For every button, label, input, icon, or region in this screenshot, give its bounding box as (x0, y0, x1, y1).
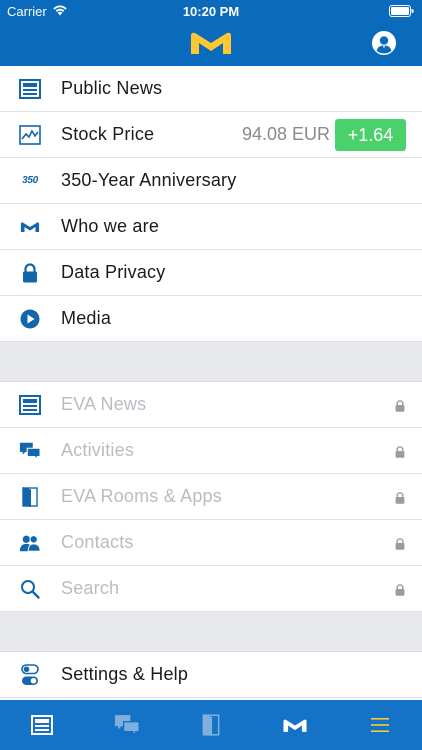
user-profile-icon (376, 36, 392, 54)
tab-rooms[interactable] (169, 700, 253, 750)
toggle-icon (19, 663, 41, 686)
lock-icon (395, 400, 405, 412)
menu-item-eva-news[interactable]: EVA News (0, 382, 422, 428)
menu-item-anniversary[interactable]: 350 350-Year Anniversary (0, 158, 422, 204)
section-divider (0, 342, 422, 382)
menu-item-search[interactable]: Search (0, 566, 422, 612)
newspaper-icon (31, 715, 54, 735)
newspaper-icon (19, 78, 41, 100)
menu-item-label: EVA Rooms & Apps (61, 486, 222, 506)
350-icon-text: 350 (22, 175, 38, 186)
m-logo-icon (19, 216, 41, 238)
hamburger-menu-icon (370, 718, 389, 732)
menu-item-stock-price[interactable]: Stock Price 94.08 EUR +1.64 (0, 112, 422, 158)
menu-item-public-news[interactable]: Public News (0, 66, 422, 112)
menu-item-label: Settings & Help (61, 664, 189, 684)
350-icon: 350 (19, 170, 41, 192)
stock-price-value: 94.08 EUR (241, 124, 330, 144)
m-logo-icon[interactable] (189, 30, 233, 56)
lock-icon (395, 584, 405, 596)
stock-change-badge: +1.64 (335, 119, 406, 151)
profile-button[interactable] (372, 31, 396, 55)
status-bar: Carrier 10:20 PM (0, 0, 422, 22)
menu-item-settings-help[interactable]: Settings & Help (0, 652, 422, 698)
door-icon (19, 486, 41, 508)
chart-icon (19, 124, 41, 146)
play-icon (19, 308, 41, 330)
menu-item-label: Stock Price (61, 124, 155, 144)
m-logo-icon (283, 719, 307, 732)
menu-item-label: Data Privacy (61, 262, 166, 282)
chat-bubbles-icon (114, 715, 140, 736)
menu-item-label: Search (61, 578, 120, 598)
chat-bubbles-icon (19, 440, 41, 462)
menu-item-who-we-are[interactable]: Who we are (0, 204, 422, 250)
lock-icon (19, 262, 41, 284)
main-menu: Public News Stock Price 94.08 EUR +1.64 … (0, 66, 422, 698)
people-icon (19, 532, 41, 554)
menu-item-label: Public News (61, 78, 163, 98)
lock-icon (395, 492, 405, 504)
battery-icon (389, 5, 414, 17)
app-header: Carrier 10:20 PM (0, 0, 422, 66)
menu-item-label: 350-Year Anniversary (61, 170, 237, 190)
door-icon (202, 714, 220, 736)
tab-bar (0, 700, 422, 750)
menu-item-label: Media (61, 308, 112, 328)
menu-item-label: Who we are (61, 216, 160, 236)
menu-item-data-privacy[interactable]: Data Privacy (0, 250, 422, 296)
tab-news[interactable] (0, 700, 84, 750)
lock-icon (395, 446, 405, 458)
newspaper-icon (19, 394, 41, 416)
tab-menu[interactable] (338, 700, 422, 750)
menu-item-eva-rooms-apps[interactable]: EVA Rooms & Apps (0, 474, 422, 520)
menu-item-media[interactable]: Media (0, 296, 422, 342)
menu-item-label: Activities (61, 440, 135, 460)
menu-item-label: Contacts (61, 532, 134, 552)
tab-home[interactable] (253, 700, 337, 750)
menu-item-contacts[interactable]: Contacts (0, 520, 422, 566)
lock-icon (395, 538, 405, 550)
search-icon (19, 578, 41, 600)
section-divider (0, 612, 422, 652)
menu-item-label: EVA News (61, 394, 147, 414)
tab-activities[interactable] (84, 700, 168, 750)
status-time: 10:20 PM (182, 4, 240, 19)
menu-item-activities[interactable]: Activities (0, 428, 422, 474)
